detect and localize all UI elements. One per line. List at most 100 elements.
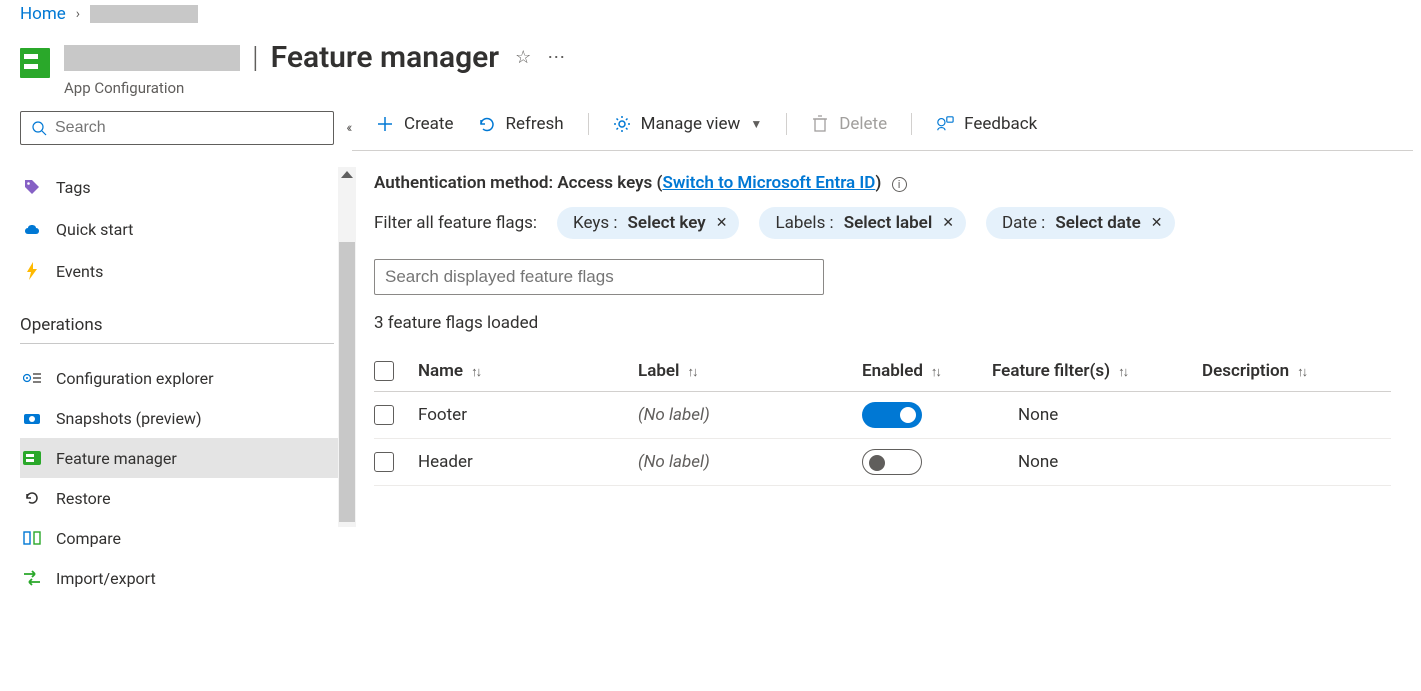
main-content: Create Refresh Manage view ▼ Delete Feed… [350,111,1421,662]
create-button[interactable]: Create [376,114,454,134]
sort-icon: ↑↓ [1297,365,1306,380]
divider [20,343,334,344]
row-checkbox[interactable] [374,452,394,472]
sidebar-item-restore[interactable]: Restore [20,478,350,518]
favorite-star-icon[interactable]: ☆ [515,47,531,68]
enabled-toggle[interactable] [862,449,922,475]
refresh-icon [478,115,496,133]
sidebar-item-label: Quick start [56,220,133,239]
auth-method-line: Authentication method: Access keys (Swit… [374,173,1391,193]
sidebar-search-input[interactable] [55,119,323,137]
compare-icon [22,528,42,548]
lightning-icon [22,261,42,281]
more-menu-icon[interactable]: ⋯ [547,47,565,68]
command-bar: Create Refresh Manage view ▼ Delete Feed… [352,111,1413,151]
cmd-label: Refresh [506,114,564,134]
col-filters[interactable]: Feature filter(s)↑↓ [992,361,1202,381]
sidebar-item-label: Tags [56,178,91,197]
camera-icon [22,408,42,428]
col-name[interactable]: Name↑↓ [418,361,638,381]
sidebar-item-tags[interactable]: Tags [20,167,350,207]
search-flags-input[interactable] [374,259,824,295]
sidebar-item-snapshots[interactable]: Snapshots (preview) [20,398,350,438]
tag-icon [22,177,42,197]
col-label[interactable]: Label↑↓ [638,361,862,381]
row-name: Footer [418,405,638,425]
sidebar-item-import-export[interactable]: Import/export [20,558,350,598]
chevron-down-icon: ▼ [750,117,762,131]
sidebar-item-label: Configuration explorer [56,369,214,388]
cmd-label: Feedback [964,114,1037,134]
app-configuration-icon [20,48,50,78]
plus-icon [376,115,394,133]
feedback-button[interactable]: Feedback [936,114,1037,134]
separator [786,113,787,135]
search-icon [31,120,47,136]
manage-view-button[interactable]: Manage view ▼ [613,114,763,134]
sidebar-item-label: Snapshots (preview) [56,409,202,428]
separator [911,113,912,135]
cloud-icon [22,219,42,239]
filter-row: Filter all feature flags: Keys : Select … [374,207,1391,239]
feature-flags-table: Name↑↓ Label↑↓ Enabled↑↓ Feature filter(… [374,351,1391,486]
cmd-label: Create [404,114,454,134]
filter-date-label: Date : [1002,213,1045,233]
sidebar-item-label: Restore [56,489,111,508]
table-row[interactable]: Header (No label) None [374,439,1391,486]
table-row[interactable]: Footer (No label) None [374,392,1391,439]
filter-date-value: Select date [1055,213,1140,233]
col-description[interactable]: Description↑↓ [1202,361,1352,381]
filter-labels-value: Select label [844,213,933,233]
page-title-text: Feature manager [271,40,499,75]
refresh-button[interactable]: Refresh [478,114,564,134]
separator [588,113,589,135]
chevron-right-icon: › [76,6,80,22]
page-header: | Feature manager ☆ ⋯ App Configuration [0,30,1421,111]
select-all-checkbox[interactable] [374,361,394,381]
filter-date[interactable]: Date : Select date ✕ [986,207,1175,239]
sidebar-item-label: Events [56,262,103,281]
close-icon[interactable]: ✕ [1151,215,1163,231]
delete-button: Delete [811,114,887,134]
row-name: Header [418,452,638,472]
sidebar-search[interactable] [20,111,334,145]
breadcrumb: Home › [0,0,1421,30]
filter-keys-label: Keys : [573,213,618,233]
sidebar-item-events[interactable]: Events [20,251,350,291]
sort-icon: ↑↓ [687,365,696,380]
breadcrumb-home[interactable]: Home [20,4,66,24]
enabled-toggle[interactable] [862,402,922,428]
info-icon[interactable]: i [892,177,907,192]
sort-icon: ↑↓ [471,365,480,380]
sort-icon: ↑↓ [1118,365,1127,380]
page-subtitle: App Configuration [64,79,565,97]
filter-labels[interactable]: Labels : Select label ✕ [759,207,966,239]
row-checkbox[interactable] [374,405,394,425]
feedback-icon [936,115,954,133]
sidebar-item-compare[interactable]: Compare [20,518,350,558]
sidebar-item-label: Compare [56,529,121,548]
row-filters: None [992,452,1202,472]
filter-labels-label: Labels : [775,213,833,233]
filter-keys[interactable]: Keys : Select key ✕ [557,207,739,239]
cmd-label: Delete [839,114,887,134]
sidebar-item-label: Import/export [56,569,156,588]
row-label: (No label) [638,405,862,425]
import-export-icon [22,568,42,588]
trash-icon [811,115,829,133]
sidebar-item-quickstart[interactable]: Quick start [20,209,350,249]
count-line: 3 feature flags loaded [374,313,1391,333]
gear-icon [613,115,631,133]
close-icon[interactable]: ✕ [942,215,954,231]
switch-auth-link[interactable]: Switch to Microsoft Entra ID [662,173,875,193]
sidebar-item-feature-manager[interactable]: Feature manager [20,438,350,478]
col-enabled[interactable]: Enabled↑↓ [862,361,992,381]
row-label: (No label) [638,452,862,472]
close-icon[interactable]: ✕ [716,215,728,231]
restore-icon [22,488,42,508]
breadcrumb-resource[interactable] [90,5,198,23]
feature-flag-icon [22,448,42,468]
sidebar-item-config-explorer[interactable]: Configuration explorer [20,358,350,398]
sidebar: ‹‹ Tags Quick start [0,111,350,662]
table-header: Name↑↓ Label↑↓ Enabled↑↓ Feature filter(… [374,351,1391,392]
